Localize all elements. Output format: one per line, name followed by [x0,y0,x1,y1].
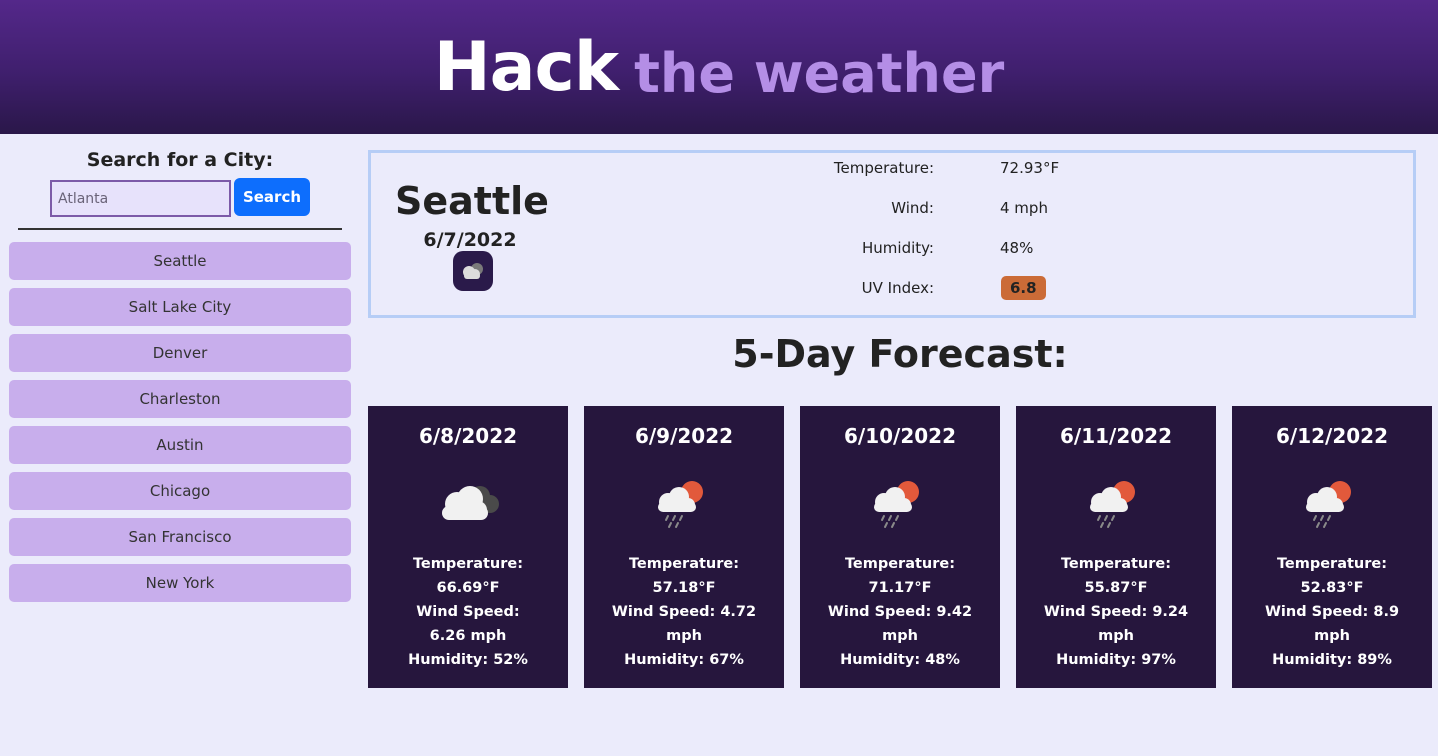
rain-sun-icon [648,478,720,530]
humidity-row: Humidity: 48% [371,236,1371,260]
forecast-details: Temperature: 55.87°F Wind Speed: 9.24 mp… [1026,552,1206,672]
forecast-wind-label: Wind Speed: 4.72 [611,604,757,620]
forecast-date: 6/11/2022 [1059,424,1173,448]
search-button[interactable]: Search [234,178,310,216]
forecast-temp: 57.18°F [652,580,716,596]
forecast-details: Temperature: 66.69°F Wind Speed: 6.26 mp… [378,552,558,672]
wind-value: 4 mph [1000,199,1048,217]
forecast-temp-label: Temperature: [844,556,956,572]
forecast-humidity: Humidity: 48% [840,652,960,668]
forecast-date: 6/12/2022 [1275,424,1389,448]
uv-label: UV Index: [861,279,934,297]
forecast-temp: 71.17°F [868,580,932,596]
app-header: Hack the weather [0,0,1438,134]
temperature-row: Temperature: 72.93°F [371,156,1371,180]
rain-sun-icon [1080,478,1152,530]
history-city-button[interactable]: Austin [9,426,351,464]
forecast-temp-label: Temperature: [1276,556,1388,572]
forecast-wind: mph [1098,628,1134,644]
forecast-temp-label: Temperature: [1060,556,1172,572]
city-search-input[interactable] [50,180,231,217]
forecast-temp: 55.87°F [1084,580,1148,596]
uv-index-badge: 6.8 [1001,276,1046,300]
forecast-card: 6/8/2022 Temperature: 66.69°F Wind Speed… [368,406,568,688]
history-city-button[interactable]: San Francisco [9,518,351,556]
forecast-humidity: Humidity: 97% [1056,652,1176,668]
forecast-wind-label: Wind Speed: 8.9 [1264,604,1400,620]
forecast-temp: 52.83°F [1300,580,1364,596]
search-history-list: Seattle Salt Lake City Denver Charleston… [9,242,351,610]
app-title: Hack [433,27,619,107]
forecast-wind-label: Wind Speed: 9.24 [1043,604,1189,620]
forecast-temp-label: Temperature: [412,556,524,572]
wind-label: Wind: [891,199,934,217]
forecast-temp-label: Temperature: [628,556,740,572]
forecast-card: 6/11/2022 Temperature: 55.87°F Wind Spee… [1016,406,1216,688]
history-city-button[interactable]: Seattle [9,242,351,280]
forecast-wind-label: Wind Speed: [416,604,520,620]
temperature-value: 72.93°F [1000,159,1060,177]
search-label: Search for a City: [86,149,274,171]
broken-clouds-icon [432,478,504,530]
forecast-humidity: Humidity: 89% [1272,652,1392,668]
history-city-button[interactable]: New York [9,564,351,602]
rain-sun-icon [1296,478,1368,530]
history-city-button[interactable]: Chicago [9,472,351,510]
forecast-details: Temperature: 71.17°F Wind Speed: 9.42 mp… [810,552,990,672]
rain-sun-icon [864,478,936,530]
forecast-card: 6/12/2022 Temperature: 52.83°F Wind Spee… [1232,406,1432,688]
temperature-label: Temperature: [833,159,934,177]
forecast-date: 6/10/2022 [843,424,957,448]
wind-row: Wind: 4 mph [371,196,1371,220]
sidebar-divider [18,228,342,230]
forecast-details: Temperature: 52.83°F Wind Speed: 8.9 mph… [1242,552,1422,672]
forecast-wind: 6.26 mph [429,628,507,644]
app-subtitle: the weather [634,41,1005,105]
forecast-title: 5-Day Forecast: [732,332,1068,376]
current-weather-card: Seattle 6/7/2022 Temperature: 72.93°F Wi… [368,150,1416,318]
history-city-button[interactable]: Charleston [9,380,351,418]
history-city-button[interactable]: Denver [9,334,351,372]
humidity-value: 48% [1000,239,1034,257]
forecast-humidity: Humidity: 52% [408,652,528,668]
humidity-label: Humidity: [862,239,934,257]
forecast-details: Temperature: 57.18°F Wind Speed: 4.72 mp… [594,552,774,672]
history-city-button[interactable]: Salt Lake City [9,288,351,326]
forecast-humidity: Humidity: 67% [624,652,744,668]
forecast-wind: mph [882,628,918,644]
forecast-temp: 66.69°F [436,580,500,596]
forecast-date: 6/9/2022 [634,424,734,448]
forecast-date: 6/8/2022 [418,424,518,448]
forecast-card: 6/9/2022 Temperature: 57.18°F Wind Speed… [584,406,784,688]
uv-row: UV Index: 6.8 [371,276,1371,300]
forecast-wind: mph [666,628,702,644]
forecast-wind-label: Wind Speed: 9.42 [827,604,973,620]
forecast-wind: mph [1314,628,1350,644]
forecast-card: 6/10/2022 Temperature: 71.17°F Wind Spee… [800,406,1000,688]
